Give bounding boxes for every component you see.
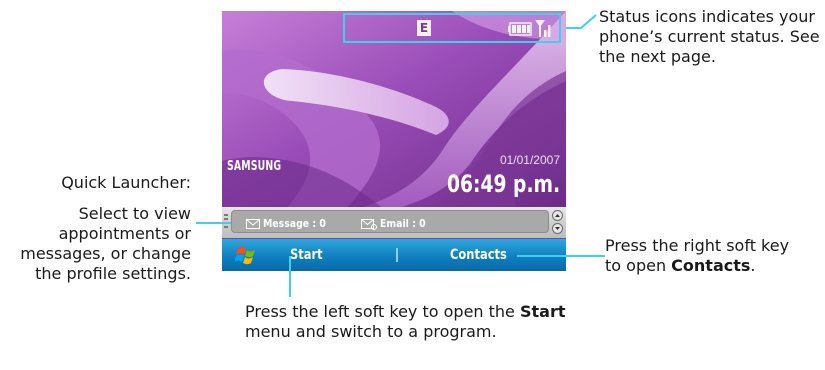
windows-logo-icon [235, 246, 255, 265]
softkey-divider [396, 248, 398, 262]
battery-icon [508, 22, 532, 36]
phone-screen: E SAMSUNG 01/01/2007 06:49 p.m. Message … [222, 11, 566, 271]
message-count[interactable]: Message : 0 [263, 217, 326, 230]
time-label: 06:49 p.m. [446, 170, 560, 198]
quick-launcher-note: Select to view appointments or messages,… [20, 204, 191, 283]
scroll-up-button[interactable] [552, 210, 563, 221]
contacts-softkey[interactable]: Contacts [450, 247, 507, 263]
status-icons-note: Status icons indicates your phone’s curr… [599, 7, 820, 66]
left-softkey-note: Press the left soft key to open the Star… [245, 302, 575, 342]
edge-icon: E [417, 20, 431, 36]
quick-launcher[interactable]: Message : 0 Email : 0 [222, 207, 566, 238]
left-softkey-note-text: Press the left soft key to open the [245, 302, 520, 321]
chevron-up-icon [555, 214, 560, 217]
start-softkey[interactable]: Start [290, 247, 323, 263]
right-softkey-note: Press the right soft key to open Contact… [605, 236, 805, 276]
chevron-down-icon [555, 227, 560, 230]
right-softkey-note-end: . [750, 256, 756, 275]
date-label: 01/01/2007 [499, 153, 560, 167]
signal-icon [535, 20, 551, 37]
softkey-bar: Start Contacts [222, 239, 566, 271]
grip-icon [224, 214, 228, 228]
status-bar: E [343, 13, 561, 43]
brand-label: SAMSUNG [227, 159, 282, 174]
quick-launcher-title: Quick Launcher: [61, 173, 191, 192]
left-softkey-note-end: menu and switch to a program. [245, 322, 497, 341]
scroll-down-button[interactable] [552, 223, 563, 234]
message-icon [246, 219, 260, 229]
email-icon [361, 219, 377, 230]
start-emphasis: Start [519, 302, 566, 321]
email-count[interactable]: Email : 0 [380, 217, 426, 230]
contacts-emphasis: Contacts [671, 256, 751, 275]
quick-launcher-field[interactable]: Message : 0 Email : 0 [231, 210, 549, 233]
status-callout-line [566, 14, 597, 29]
